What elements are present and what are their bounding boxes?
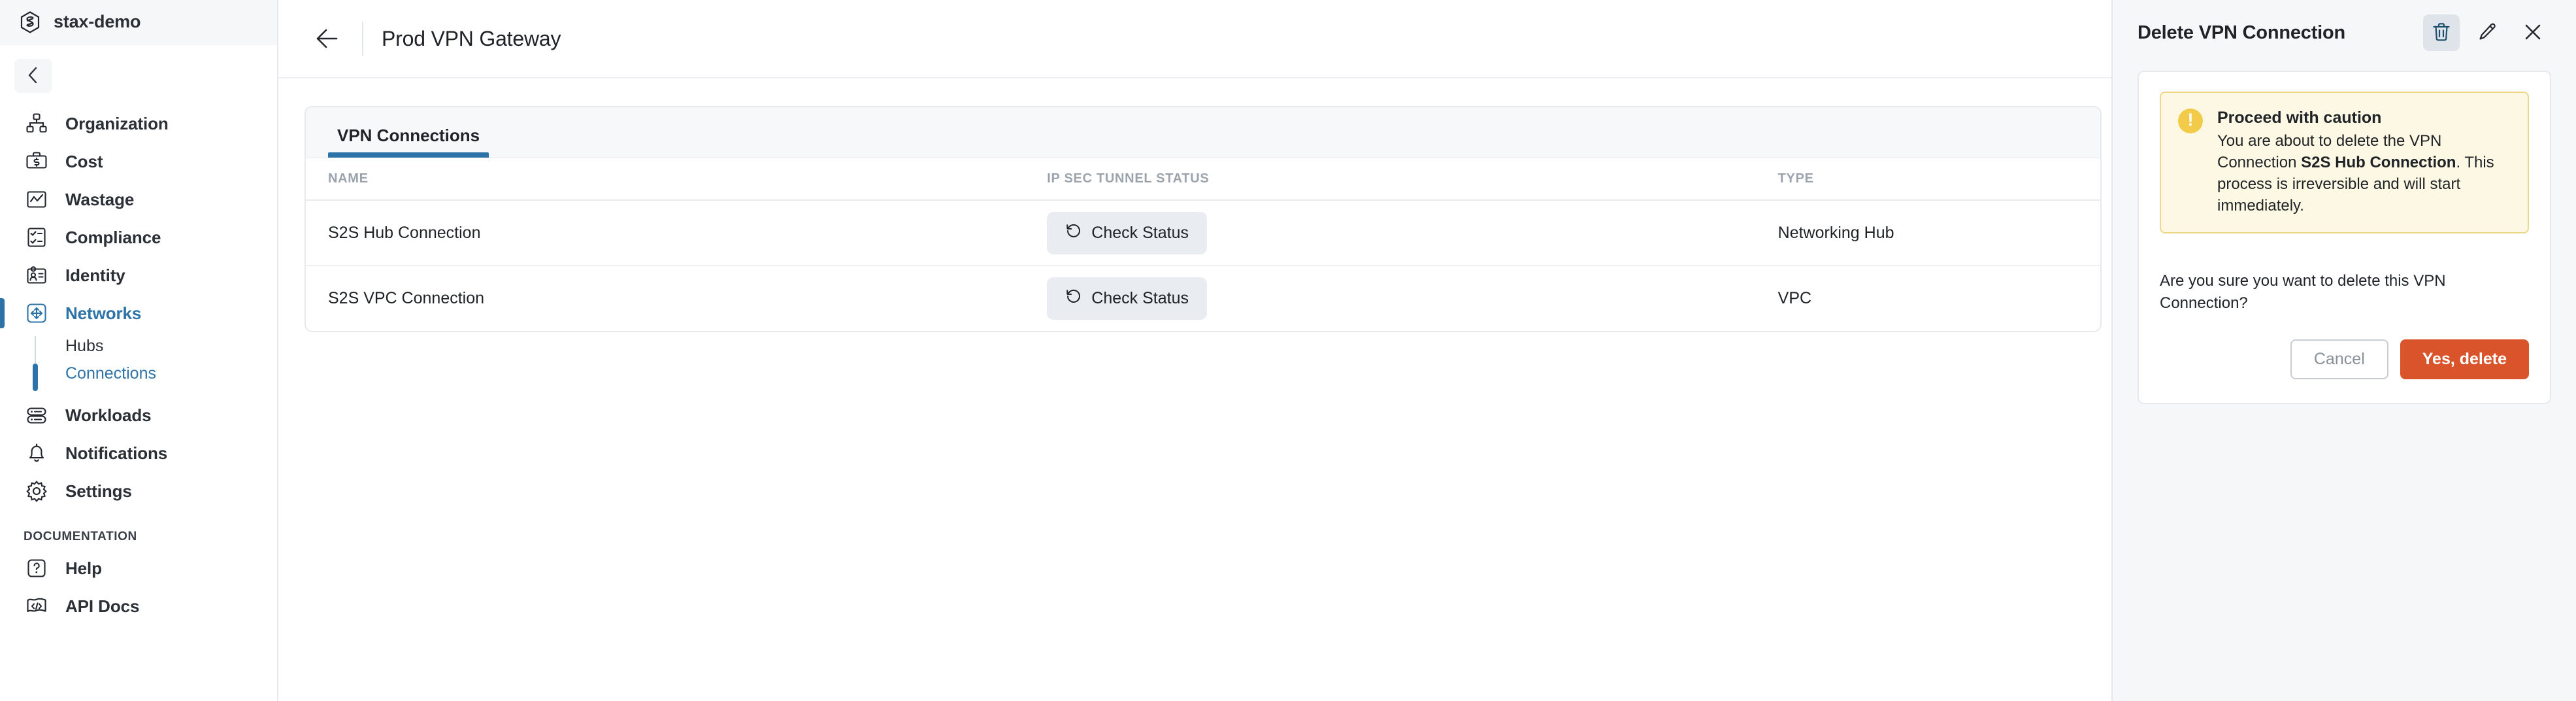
sidebar-item-api-docs[interactable]: API Docs (0, 587, 277, 625)
alert-title: Proceed with caution (2217, 109, 2382, 127)
app-root: stax-demo Organization Cost Wastage Comp… (0, 0, 2576, 701)
sidebar-nav: Organization Cost Wastage Compliance Ide… (0, 105, 277, 625)
caution-alert: ! Proceed with caution You are about to … (2160, 92, 2529, 234)
cancel-button[interactable]: Cancel (2290, 339, 2388, 379)
vpn-connections-card: VPN Connections NAME IP SEC TUNNEL STATU… (305, 106, 2102, 332)
sidebar-subitem-hubs[interactable]: Hubs (0, 332, 277, 360)
tab-label: VPN Connections (337, 126, 480, 145)
page-title: Prod VPN Gateway (382, 26, 561, 50)
server-stack-icon (24, 402, 50, 428)
sidebar-item-settings[interactable]: Settings (0, 472, 277, 510)
sidebar-item-identity[interactable]: Identity (0, 256, 277, 294)
header-divider (362, 22, 363, 56)
drawer-title: Delete VPN Connection (2138, 22, 2346, 43)
cell-name: S2S Hub Connection (306, 200, 1024, 266)
alert-text-emphasis: S2S Hub Connection (2301, 154, 2456, 172)
brand-header: stax-demo (0, 0, 277, 44)
table-row[interactable]: S2S VPC Connection Check Status VPC (306, 265, 2100, 331)
sidebar-item-label: Networks (65, 303, 142, 323)
sidebar-item-label: Workloads (65, 405, 152, 425)
confirmation-question: Are you sure you want to delete this VPN… (2160, 272, 2446, 313)
sidebar-item-wastage[interactable]: Wastage (0, 180, 277, 218)
trash-icon (2432, 22, 2451, 44)
table-header-row: NAME IP SEC TUNNEL STATUS TYPE (306, 158, 2100, 201)
alert-body: Proceed with caution You are about to de… (2217, 109, 2511, 216)
chart-line-icon (24, 186, 50, 213)
sidebar-section-documentation: DOCUMENTATION (24, 530, 137, 543)
code-flag-icon (24, 593, 50, 619)
brand-name: stax-demo (54, 12, 141, 31)
question-square-icon (24, 555, 50, 581)
confirm-delete-button[interactable]: Yes, delete (2400, 339, 2529, 379)
cell-status: Check Status (1023, 265, 1754, 331)
warning-exclamation-icon: ! (2178, 109, 2203, 133)
chevron-left-icon (25, 65, 42, 87)
sidebar-item-label: API Docs (65, 596, 140, 616)
sidebar-item-workloads[interactable]: Workloads (0, 396, 277, 434)
org-chart-icon (24, 111, 50, 137)
table-body: S2S Hub Connection Check Status Networki… (306, 200, 2100, 331)
bell-icon (24, 440, 50, 466)
sidebar-item-compliance[interactable]: Compliance (0, 218, 277, 256)
table-head: NAME IP SEC TUNNEL STATUS TYPE (306, 158, 2100, 201)
briefcase-dollar-icon (24, 148, 50, 175)
close-icon (2522, 22, 2543, 44)
tab-vpn-connections[interactable]: VPN Connections (328, 126, 489, 158)
subnav-rail-active-indicator (33, 364, 38, 391)
check-status-label: Check Status (1091, 289, 1189, 307)
sidebar-item-notifications[interactable]: Notifications (0, 434, 277, 472)
table-row[interactable]: S2S Hub Connection Check Status Networki… (306, 200, 2100, 266)
refresh-ccw-icon (1065, 222, 1082, 244)
check-status-button[interactable]: Check Status (1047, 277, 1207, 320)
sidebar-item-help[interactable]: Help (0, 549, 277, 587)
sidebar-item-label: Compliance (65, 227, 161, 247)
cell-name: S2S VPC Connection (328, 289, 485, 307)
refresh-ccw-icon (1065, 288, 1082, 309)
close-button[interactable] (2515, 14, 2551, 51)
cell-status: Check Status (1023, 200, 1755, 266)
vpn-connections-table: NAME IP SEC TUNNEL STATUS TYPE S2S Hub C… (306, 158, 2100, 331)
cell-type: Networking Hub (1754, 200, 2100, 266)
sidebar-subitem-label: Hubs (65, 336, 104, 355)
delete-confirmation-card: ! Proceed with caution You are about to … (2138, 71, 2551, 404)
id-card-icon (24, 262, 50, 288)
sidebar-item-label: Notifications (65, 443, 168, 463)
checklist-icon (24, 224, 50, 250)
column-header-ipsec-tunnel-status: IP SEC TUNNEL STATUS (1023, 158, 1755, 201)
gear-icon (24, 478, 50, 504)
alert-text: You are about to delete the VPN Connecti… (2217, 130, 2511, 216)
sidebar-item-label: Cost (65, 151, 103, 171)
stax-hexagon-logo-icon (20, 10, 41, 33)
column-header-name: NAME (306, 158, 1024, 201)
edit-button[interactable] (2469, 14, 2505, 51)
pencil-icon (2477, 22, 2497, 44)
cell-type: VPC (1777, 289, 1812, 307)
column-header-type: TYPE (1754, 158, 2100, 201)
sidebar-item-networks[interactable]: Networks (0, 294, 277, 332)
check-status-label: Check Status (1091, 223, 1189, 242)
sidebar-item-label: Help (65, 558, 102, 578)
check-status-button[interactable]: Check Status (1047, 211, 1207, 254)
sidebar-item-organization[interactable]: Organization (0, 105, 277, 143)
network-move-icon (24, 300, 50, 326)
delete-vpn-connection-drawer: Delete VPN Connection ! Proceed with cau… (2111, 0, 2576, 701)
sidebar-item-label: Identity (65, 265, 125, 285)
arrow-left-icon[interactable] (305, 15, 352, 62)
delete-button[interactable] (2423, 14, 2460, 51)
sidebar-item-label: Wastage (65, 189, 135, 209)
sidebar-subitem-label: Connections (65, 364, 156, 383)
sidebar-item-label: Organization (65, 113, 169, 133)
sidebar-subnav-networks: Hubs Connections (0, 332, 277, 391)
sidebar: stax-demo Organization Cost Wastage Comp… (0, 0, 278, 701)
drawer-header: Delete VPN Connection (2113, 0, 2576, 65)
sidebar-item-cost[interactable]: Cost (0, 143, 277, 180)
sidebar-subitem-connections[interactable]: Connections (0, 360, 277, 387)
sidebar-collapse-button[interactable] (14, 59, 52, 93)
drawer-actions (2423, 14, 2551, 51)
sidebar-item-label: Settings (65, 481, 132, 501)
tab-bar: VPN Connections (306, 107, 2100, 158)
drawer-button-row: Cancel Yes, delete (2160, 339, 2529, 379)
